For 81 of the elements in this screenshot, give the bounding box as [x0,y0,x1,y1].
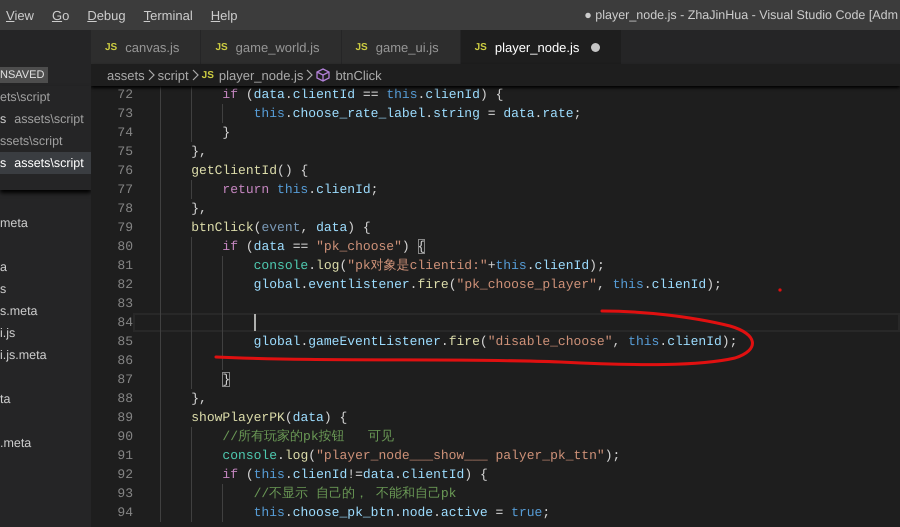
breadcrumb-item[interactable]: assets [107,68,145,82]
explorer-file-item[interactable]: s.meta [0,300,91,322]
menu-item[interactable]: View [0,8,43,22]
explorer-file-item[interactable]: i.js [0,322,91,344]
explorer-file-item[interactable]: .meta [0,432,91,454]
editor-tab[interactable]: JS canvas.js [91,30,202,64]
menu-item[interactable]: Help [202,8,246,22]
editor-tab[interactable]: JS game_world.js [201,30,342,64]
line-number: 77 [116,181,133,199]
line-number: 75 [116,143,133,161]
menu-item[interactable]: Go [42,8,78,22]
line-number: 89 [116,409,133,427]
menu-item[interactable]: Debug [78,8,135,22]
editor-tab[interactable]: JS player_node.js [460,30,622,64]
line-number: 78 [116,200,133,218]
chevron-icon [306,69,314,81]
code-line: }, [190,391,207,406]
line-number: 83 [116,295,133,313]
js-file-icon: JS [202,70,214,80]
chevron-icon [192,69,199,81]
code-line: if (this.clienId!=data.clientId) { [221,467,488,482]
line-number: 72 [116,86,133,104]
window-title: ● player_node.js - ZhaJinHua - Visual Studio Code [Adm [584,8,899,22]
line-number: 76 [116,162,133,180]
code-line: }, [190,201,207,216]
code-line: this.choose_rate_label.string = data.rate; [252,106,582,121]
text-cursor [254,314,256,331]
line-number: 73 [116,105,133,123]
code-line: } [221,125,230,140]
open-editor-item[interactable]: s assets\script [0,108,91,130]
breadcrumb-item[interactable]: player_node.js [218,68,304,82]
code-line: btnClick(event, data) { [190,220,371,235]
code-line: } [221,372,230,387]
chevron-icon [148,69,155,81]
breadcrumb-item[interactable]: script [158,68,189,82]
line-number: 87 [116,371,133,389]
code-line: return this.clienId; [221,182,378,197]
line-number: 81 [116,257,133,275]
line-number: 93 [116,485,133,503]
code-line: if (data == "pk_choose") { [221,239,426,254]
cube-icon [316,68,330,82]
line-number: 90 [116,428,133,446]
code-line: getClientId() { [190,163,308,178]
code-line: console.log("pk对象是clientid:"+this.clienId); [252,258,605,273]
line-number: 84 [116,314,133,332]
line-number: 92 [116,466,133,484]
code-line: console.log("player_node___show___ palyer_pk_ttn"); [221,448,620,463]
code-line: showPlayerPK(data) { [190,410,348,425]
explorer-file-item[interactable]: i.js.meta [0,344,91,366]
line-number: 88 [116,390,133,408]
open-editor-item[interactable]: ets\script [0,86,91,108]
open-editor-item[interactable]: ssets\script [0,130,91,152]
explorer-file-item[interactable]: meta [0,212,91,234]
explorer-file-item[interactable]: ta [0,388,91,410]
code-line: if (data.clientId == this.clienId) { [221,87,504,102]
line-number: 74 [116,124,133,142]
line-number: 85 [116,333,133,351]
line-number: 79 [116,219,133,237]
line-number: 86 [116,352,133,370]
line-number: 94 [116,504,133,522]
explorer-file-item[interactable]: s [0,278,91,300]
code-line: global.gameEventListener.fire("disable_choose", this.clienId); [252,334,738,349]
code-line: }, [190,144,207,159]
line-number: 80 [116,238,133,256]
js-file-icon: JS [474,42,487,52]
js-file-icon: JS [356,42,368,52]
js-file-icon: JS [215,42,228,52]
explorer-file-item[interactable]: a [0,256,91,278]
breadcrumb-item[interactable]: btnClick [335,68,382,82]
annotation-dot [778,288,782,292]
code-line: //不显示 自己的， 不能和自己pk [252,486,456,501]
open-editor-item[interactable]: s assets\script [0,152,91,174]
unsaved-badge: NSAVED [0,67,48,83]
code-line: //所有玩家的pk按钮 可见 [221,429,394,444]
menu-item[interactable]: Terminal [134,8,202,22]
line-number: 82 [116,276,133,294]
js-file-icon: JS [105,42,118,52]
editor-tab[interactable]: JS game_ui.js [342,30,461,64]
code-line: this.choose_pk_btn.node.active = true; [252,505,550,520]
line-number: 91 [116,447,133,465]
code-line: global.eventlistener.fire("pk_choose_player", this.clienId); [252,277,722,292]
